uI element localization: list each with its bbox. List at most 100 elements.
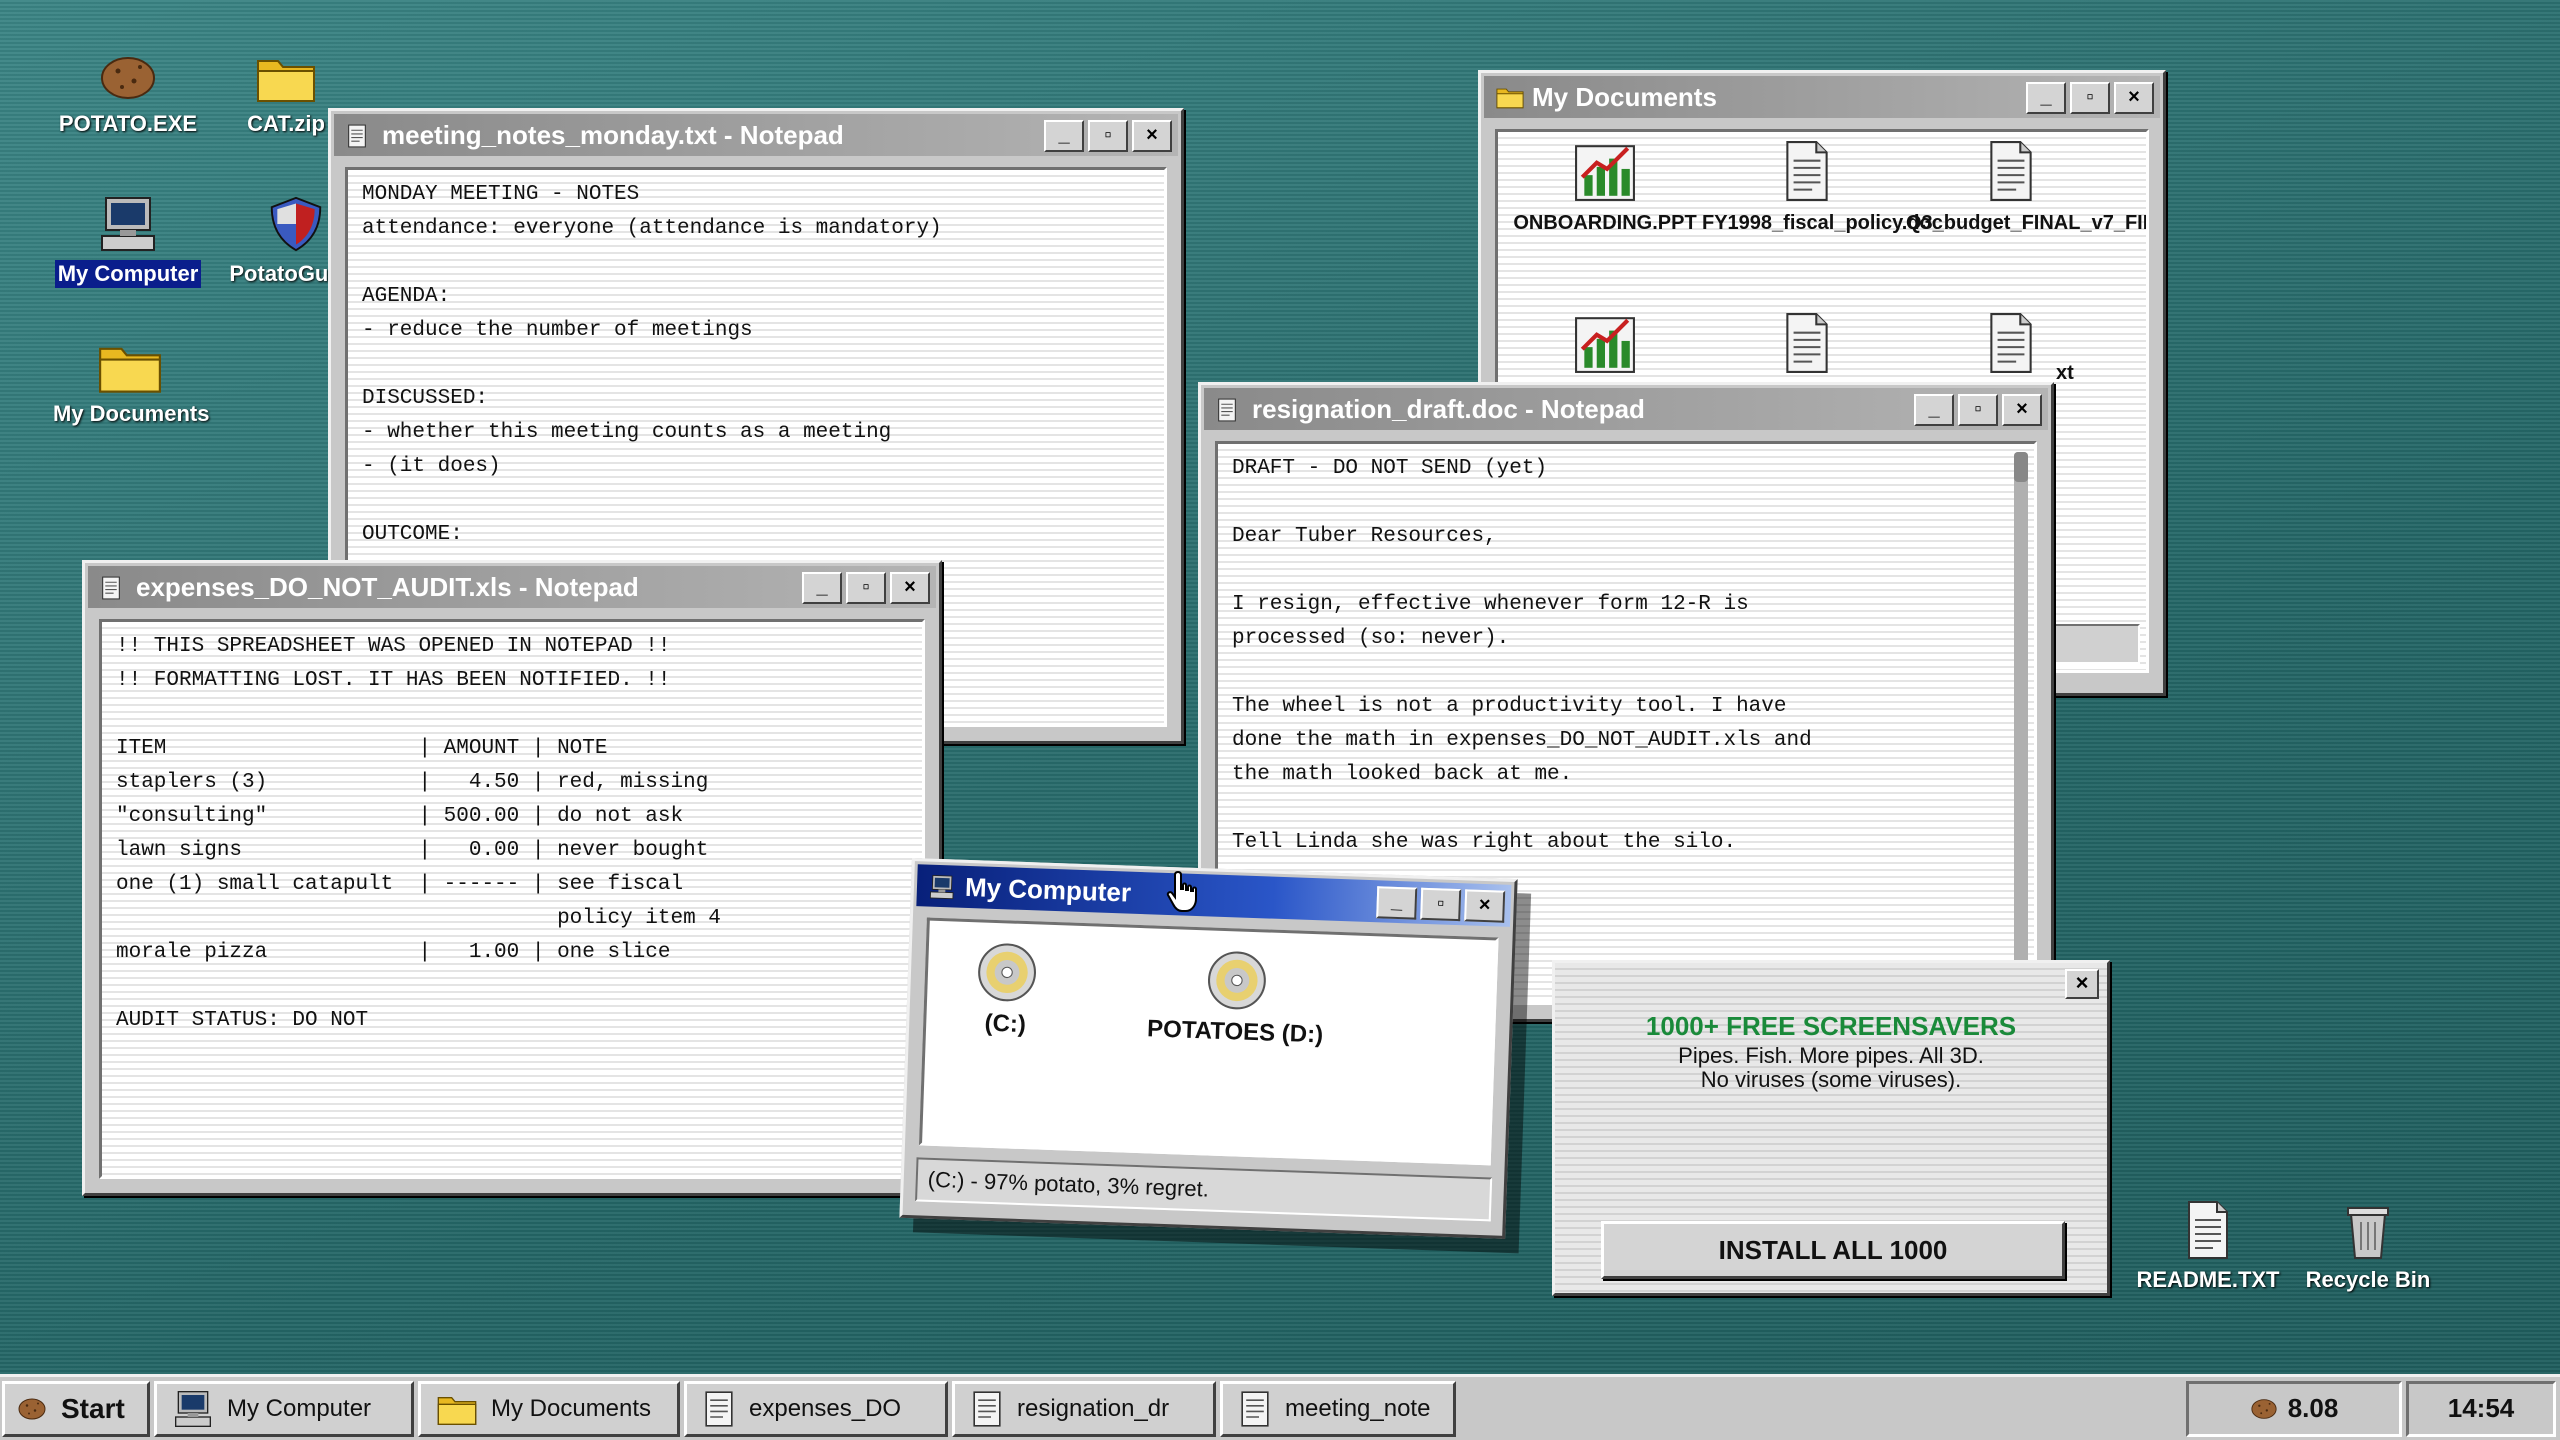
- text-line: policy item 4: [116, 907, 721, 930]
- desktop-icon-label: POTATO.EXE: [58, 111, 198, 136]
- vertical-scrollbar[interactable]: [2014, 452, 2028, 992]
- mouse-cursor-icon: [1166, 870, 1197, 912]
- close-button[interactable]: ×: [1464, 889, 1506, 923]
- text-line: [362, 348, 1150, 382]
- text-line: - whether this meeting counts as a meeti…: [362, 421, 892, 444]
- text-line: staplers (3) | 4.50 | red, missing: [116, 771, 709, 794]
- taskbar-item-my-computer[interactable]: My Computer: [154, 1380, 414, 1437]
- text-line: ITEM | AMOUNT | NOTE: [116, 737, 608, 760]
- window-title: expenses_DO_NOT_AUDIT.xls - Notepad: [136, 572, 639, 602]
- window-title: My Documents: [1532, 82, 1717, 112]
- text-line: [1232, 554, 2020, 588]
- drive-list: (C:) POTATOES (D:): [918, 917, 1499, 1166]
- file-onboarding[interactable]: ONBOARDING.PPT: [1500, 140, 1710, 236]
- text-line: [1232, 486, 2020, 520]
- text-line: - (it does): [362, 455, 501, 478]
- maximize-button[interactable]: ▫: [2070, 82, 2110, 114]
- taskbar-item-label: expenses_DO: [749, 1394, 902, 1422]
- taskbar-item-label: meeting_note: [1285, 1394, 1431, 1422]
- folder-icon: [437, 1392, 477, 1426]
- notepad-icon: [346, 123, 368, 149]
- close-button[interactable]: ×: [890, 572, 930, 604]
- minimize-button[interactable]: _: [2026, 82, 2066, 114]
- scrollbar-thumb[interactable]: [2014, 452, 2028, 482]
- file-q3-budget[interactable]: Q3_budget_FINAL_v7_FINAL(2).doc: [1906, 140, 2146, 236]
- expenses-window[interactable]: expenses_DO_NOT_AUDIT.xls - Notepad _ ▫ …: [82, 560, 942, 1196]
- cd-drive-icon: [1205, 948, 1269, 1012]
- close-button[interactable]: ×: [2114, 82, 2154, 114]
- desktop-icon-recycle-bin[interactable]: Recycle Bin: [2288, 1200, 2448, 1294]
- title-bar[interactable]: My Documents _ ▫ ×: [1484, 76, 2160, 118]
- file-item[interactable]: [1500, 312, 1710, 382]
- desktop-icon-my-computer[interactable]: My Computer: [48, 194, 208, 288]
- text-line: Dear Tuber Resources,: [1232, 525, 1497, 548]
- text-line: [362, 246, 1150, 280]
- minimize-button[interactable]: _: [1044, 120, 1084, 152]
- close-button[interactable]: ×: [2002, 394, 2042, 426]
- close-button[interactable]: ×: [1132, 120, 1172, 152]
- maximize-button[interactable]: ▫: [1958, 394, 1998, 426]
- text-line: one (1) small catapult | ------ | see fi…: [116, 873, 684, 896]
- document-icon: [1985, 312, 2037, 374]
- minimize-button[interactable]: _: [1914, 394, 1954, 426]
- desktop-icon-my-documents[interactable]: My Documents: [50, 340, 210, 428]
- clock[interactable]: 14:54: [2406, 1380, 2556, 1437]
- drive-d[interactable]: POTATOES (D:): [1130, 946, 1343, 1050]
- my-computer-window[interactable]: My Computer _ ▫ × (C:) POTATOES (D:) (C:…: [899, 858, 1518, 1239]
- text-line: AGENDA:: [362, 285, 451, 308]
- desktop-icon-potato-exe[interactable]: POTATO.EXE: [48, 52, 208, 138]
- computer-icon: [929, 874, 956, 901]
- document-text: !! THIS SPREADSHEET WAS OPENED IN NOTEPA…: [102, 622, 922, 1046]
- notepad-icon: [703, 1389, 735, 1429]
- shield-icon: [268, 194, 324, 254]
- desktop-icon-readme[interactable]: README.TXT: [2128, 1200, 2288, 1294]
- taskbar-item-resignation[interactable]: resignation_dr: [952, 1380, 1216, 1437]
- file-fy1998-fiscal-policy[interactable]: FY1998_fiscal_policy.doc: [1702, 140, 1943, 236]
- text-line: morale pizza | 1.00 | one slice: [116, 941, 671, 964]
- text-line: [116, 970, 908, 1004]
- window-title: meeting_notes_monday.txt - Notepad: [382, 120, 844, 150]
- ad-line-2: No viruses (some viruses).: [1700, 1067, 1962, 1092]
- text-line: "consulting" | 500.00 | do not ask: [116, 805, 684, 828]
- maximize-button[interactable]: ▫: [846, 572, 886, 604]
- potato-icon: [2250, 1397, 2278, 1421]
- title-bar[interactable]: expenses_DO_NOT_AUDIT.xls - Notepad _ ▫ …: [88, 566, 936, 608]
- title-bar[interactable]: meeting_notes_monday.txt - Notepad _ ▫ ×: [334, 114, 1178, 156]
- status-bar: (C:) - 97% potato, 3% regret.: [915, 1157, 1493, 1222]
- start-label: Start: [61, 1392, 125, 1424]
- desktop-icon-label: My Computer: [54, 260, 202, 288]
- start-button[interactable]: Start: [2, 1380, 150, 1437]
- text-line: DISCUSSED:: [362, 387, 489, 410]
- text-line: [362, 484, 1150, 518]
- chart-file-icon: [1574, 312, 1636, 374]
- text-line: [116, 698, 908, 732]
- potato-counter[interactable]: 8.08: [2186, 1380, 2402, 1437]
- text-line: [1232, 656, 2020, 690]
- screensaver-ad-window[interactable]: × 1000+ FREE SCREENSAVERS Pipes. Fish. M…: [1552, 960, 2110, 1296]
- text-line: The wheel is not a productivity tool. I …: [1232, 695, 1787, 718]
- file-item[interactable]: [1702, 312, 1912, 382]
- minimize-button[interactable]: _: [802, 572, 842, 604]
- text-area[interactable]: !! THIS SPREADSHEET WAS OPENED IN NOTEPA…: [99, 619, 925, 1179]
- file-item[interactable]: xt: [1906, 312, 2116, 384]
- text-file-icon: [2182, 1200, 2234, 1260]
- title-bar[interactable]: resignation_draft.doc - Notepad _ ▫ ×: [1204, 388, 2048, 430]
- desktop-icon-label: Recycle Bin: [2305, 1267, 2431, 1292]
- drive-c[interactable]: (C:): [919, 938, 1113, 1042]
- text-line: lawn signs | 0.00 | never bought: [116, 839, 709, 862]
- text-line: OUTCOME:: [362, 523, 463, 546]
- taskbar-item-meeting-notes[interactable]: meeting_note: [1220, 1380, 1456, 1437]
- maximize-button[interactable]: ▫: [1420, 887, 1462, 922]
- drive-label: POTATOES (D:): [1146, 1015, 1324, 1049]
- document-icon: [1781, 140, 1833, 202]
- close-button[interactable]: ×: [2065, 969, 2099, 999]
- taskbar-item-expenses[interactable]: expenses_DO: [684, 1380, 948, 1437]
- taskbar-item-my-documents[interactable]: My Documents: [418, 1380, 680, 1437]
- text-line: Tell Linda she was right about the silo.: [1232, 831, 1737, 854]
- maximize-button[interactable]: ▫: [1088, 120, 1128, 152]
- install-all-button[interactable]: INSTALL ALL 1000: [1601, 1221, 2065, 1279]
- recycle-bin-icon: [2342, 1200, 2394, 1260]
- minimize-button[interactable]: _: [1376, 886, 1418, 920]
- text-line: AUDIT STATUS: DO NOT: [116, 1009, 369, 1032]
- file-name: Q3_budget_FINAL_v7_FINAL(2).doc: [1906, 212, 2146, 234]
